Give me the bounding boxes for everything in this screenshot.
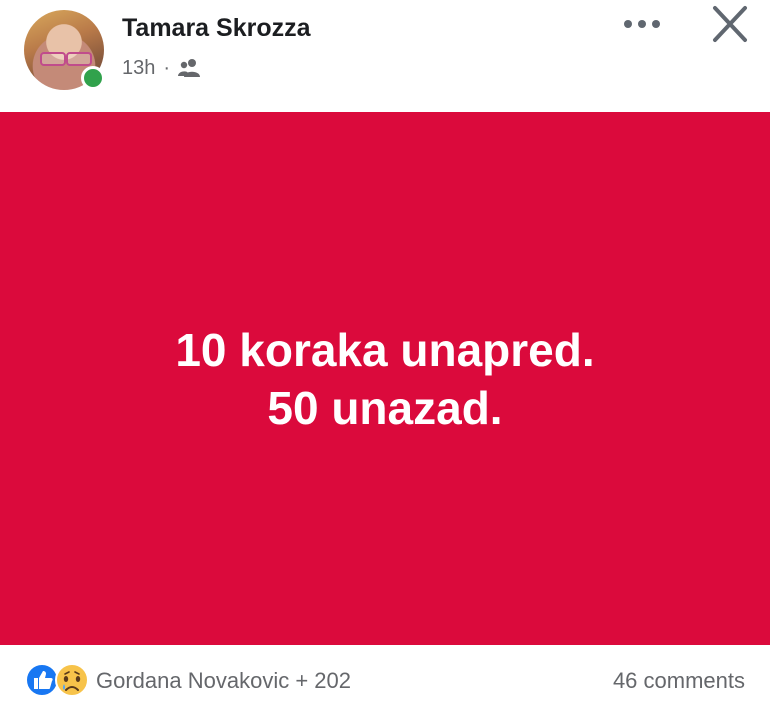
post-text-line-2: 50 unazad.: [267, 381, 503, 434]
author-name[interactable]: Tamara Skrozza: [122, 14, 311, 43]
more-options-icon[interactable]: [620, 10, 664, 38]
reaction-icons[interactable]: [24, 662, 94, 698]
like-icon: [25, 663, 59, 697]
friends-icon[interactable]: [178, 58, 202, 78]
post-meta: 13h ·: [122, 56, 202, 80]
sad-icon: [55, 663, 89, 697]
post-time[interactable]: 13h: [122, 57, 155, 80]
avatar-glasses: [36, 52, 92, 66]
post-image[interactable]: 10 koraka unapred. 50 unazad.: [0, 112, 770, 645]
meta-separator: ·: [163, 56, 171, 79]
online-status-indicator: [81, 66, 105, 90]
close-icon[interactable]: [708, 4, 752, 44]
comments-count[interactable]: 46 comments: [613, 668, 745, 694]
reactions-summary[interactable]: Gordana Novakovic + 202: [96, 668, 351, 694]
post-text-line-1: 10 koraka unapred.: [175, 323, 595, 376]
